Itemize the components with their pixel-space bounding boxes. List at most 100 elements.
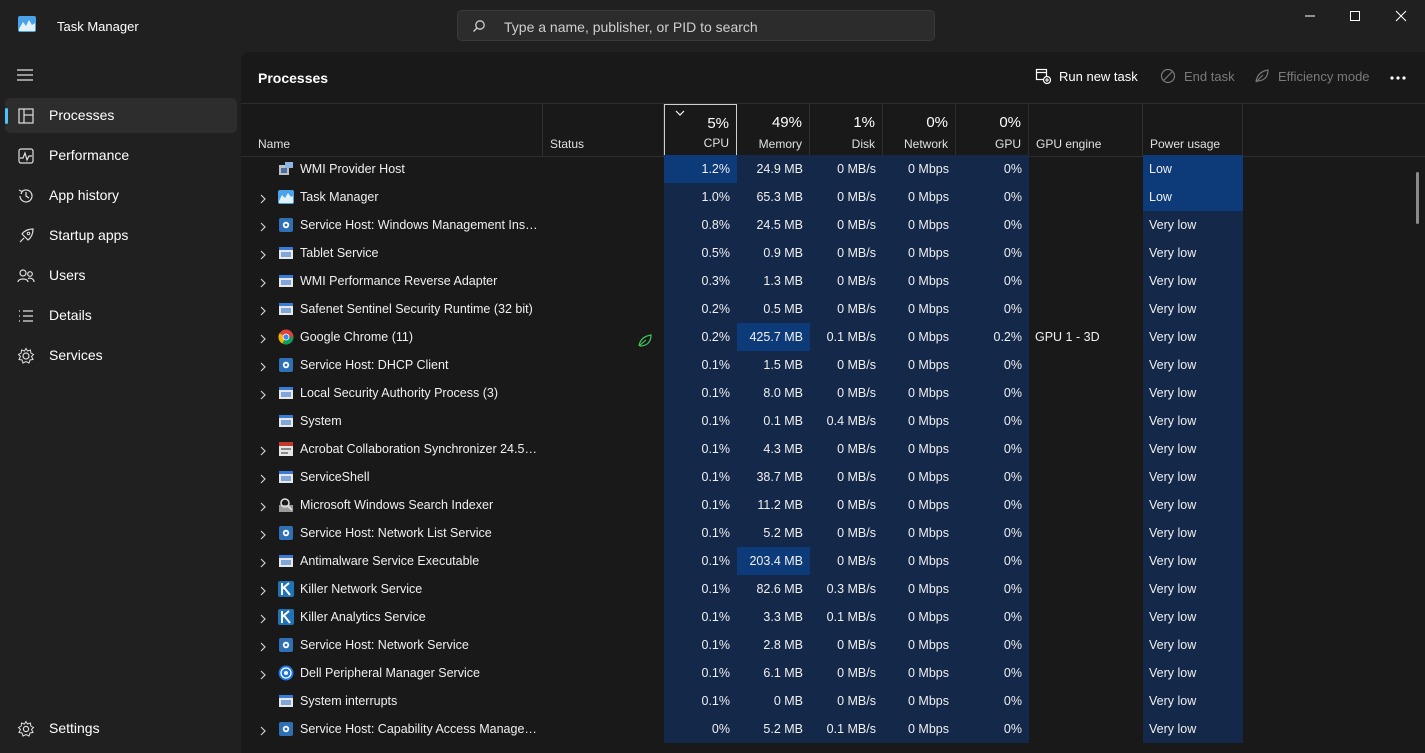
chevron-right-icon[interactable] [259, 276, 267, 291]
table-row[interactable]: Google Chrome (11) 0.2% 425.7 MB 0.1 MB/s 0 … [241, 323, 1425, 351]
close-icon [1395, 10, 1407, 22]
search-input[interactable] [502, 16, 926, 38]
close-button[interactable] [1378, 0, 1424, 32]
efficiency-mode-button[interactable]: Efficiency mode [1254, 68, 1370, 84]
cell-cpu: 0.2% [664, 323, 737, 351]
sidebar-item-services[interactable]: Services [5, 338, 237, 373]
sidebar-item-app-history[interactable]: App history [5, 178, 237, 213]
efficiency-mode-label: Efficiency mode [1278, 68, 1370, 84]
table-row[interactable]: WMI Provider Host 1.2% 24.9 MB 0 MB/s 0 Mbps… [241, 155, 1425, 183]
table-row[interactable]: Safenet Sentinel Security Runtime (32 bi… [241, 295, 1425, 323]
hamburger-menu-icon[interactable] [16, 68, 34, 82]
column-header-gpu-engine[interactable]: GPU engine [1029, 104, 1143, 156]
chevron-right-icon[interactable] [259, 500, 267, 515]
table-row[interactable]: Acrobat Collaboration Synchronizer 24.5 … [241, 435, 1425, 463]
cell-power: Very low [1143, 659, 1243, 687]
table-row[interactable]: Task Manager 1.0% 65.3 MB 0 MB/s 0 Mbps 0% Low [241, 183, 1425, 211]
cell-power: Very low [1143, 239, 1243, 267]
search-box[interactable] [457, 10, 935, 41]
table-row[interactable]: System interrupts 0.1% 0 MB 0 MB/s 0 Mbps 0% V… [241, 687, 1425, 715]
table-row[interactable]: Service Host: DHCP Client 0.1% 1.5 MB 0 MB/… [241, 351, 1425, 379]
sidebar-item-details[interactable]: Details [5, 298, 237, 333]
cell-disk: 0 MB/s [810, 351, 883, 379]
sidebar-item-label: App history [49, 187, 120, 203]
column-header-status[interactable]: Status [543, 104, 664, 156]
chevron-right-icon[interactable] [259, 528, 267, 543]
cell-network: 0 Mbps [883, 211, 956, 239]
cell-gpu-engine [1029, 155, 1143, 183]
sidebar-item-performance[interactable]: Performance [5, 138, 237, 173]
chevron-right-icon[interactable] [259, 360, 267, 375]
cell-cpu: 1.0% [664, 183, 737, 211]
search-icon [473, 20, 485, 32]
table-row[interactable]: WMI Performance Reverse Adapter 0.3% 1.3 M… [241, 267, 1425, 295]
chevron-right-icon[interactable] [259, 332, 267, 347]
table-row[interactable]: Local Security Authority Process (3) 0.1%… [241, 379, 1425, 407]
process-name: Service Host: Windows Management Instru.… [300, 218, 538, 232]
chevron-right-icon[interactable] [259, 192, 267, 207]
chevron-right-icon[interactable] [259, 472, 267, 487]
column-header-memory[interactable]: 49% Memory [737, 104, 810, 156]
table-row[interactable]: Tablet Service 0.5% 0.9 MB 0 MB/s 0 Mbps 0% Ve… [241, 239, 1425, 267]
cell-disk: 0 MB/s [810, 435, 883, 463]
column-header-disk[interactable]: 1% Disk [810, 104, 883, 156]
table-row[interactable]: Service Host: Windows Management Instru.… [241, 211, 1425, 239]
sidebar-item-settings[interactable]: Settings [5, 711, 237, 746]
cell-memory: 5.2 MB [737, 519, 810, 547]
chevron-right-icon[interactable] [259, 668, 267, 683]
sidebar: Processes Performance App history Startu… [0, 52, 241, 753]
end-task-button[interactable]: End task [1160, 68, 1235, 84]
column-header-row: Name Status 5% CPU 49% Memory 1% Disk 0%… [241, 103, 1425, 157]
cell-gpu-engine [1029, 519, 1143, 547]
maximize-button[interactable] [1332, 0, 1378, 32]
chevron-right-icon[interactable] [259, 304, 267, 319]
table-row[interactable]: Service Host: Network List Service 0.1% 5.… [241, 519, 1425, 547]
sidebar-item-users[interactable]: Users [5, 258, 237, 293]
cell-gpu-engine [1029, 183, 1143, 211]
table-row[interactable]: Service Host: Network Service 0.1% 2.8 MB 0… [241, 631, 1425, 659]
cell-memory: 11.2 MB [737, 491, 810, 519]
table-row[interactable]: Dell Peripheral Manager Service 0.1% 6.1 M… [241, 659, 1425, 687]
run-new-task-icon [1035, 68, 1051, 84]
cell-gpu: 0% [956, 435, 1029, 463]
cell-status [543, 379, 664, 407]
chevron-right-icon[interactable] [259, 444, 267, 459]
table-row[interactable]: System 0.1% 0.1 MB 0.4 MB/s 0 Mbps 0% Very low [241, 407, 1425, 435]
table-row[interactable]: Killer Analytics Service 0.1% 3.3 MB 0.1 MB… [241, 603, 1425, 631]
chevron-right-icon[interactable] [259, 220, 267, 235]
cell-gpu: 0% [956, 519, 1029, 547]
cell-memory: 0.9 MB [737, 239, 810, 267]
minimize-button[interactable] [1287, 0, 1333, 32]
vertical-scrollbar[interactable] [1416, 172, 1419, 224]
run-new-task-button[interactable]: Run new task [1035, 68, 1138, 84]
column-header-name[interactable]: Name [241, 104, 543, 156]
cell-power: Very low [1143, 519, 1243, 547]
chevron-right-icon[interactable] [259, 584, 267, 599]
chevron-right-icon[interactable] [259, 640, 267, 655]
column-header-power-usage[interactable]: Power usage [1143, 104, 1243, 156]
table-row[interactable]: Service Host: Capability Access Manager … [241, 715, 1425, 743]
table-row[interactable]: Microsoft Windows Search Indexer 0.1% 11.2… [241, 491, 1425, 519]
chevron-right-icon[interactable] [259, 388, 267, 403]
cell-network: 0 Mbps [883, 183, 956, 211]
chevron-right-icon[interactable] [259, 724, 267, 739]
cell-memory: 0.1 MB [737, 407, 810, 435]
chevron-right-icon[interactable] [259, 612, 267, 627]
table-row[interactable]: Killer Network Service 0.1% 82.6 MB 0.3 MB/… [241, 575, 1425, 603]
chevron-right-icon[interactable] [259, 556, 267, 571]
cell-gpu: 0% [956, 183, 1029, 211]
cell-gpu-engine [1029, 547, 1143, 575]
table-row[interactable]: ServiceShell 0.1% 38.7 MB 0 MB/s 0 Mbps 0% Ver… [241, 463, 1425, 491]
column-header-gpu[interactable]: 0% GPU [956, 104, 1029, 156]
cell-network: 0 Mbps [883, 519, 956, 547]
more-options-icon[interactable] [1389, 70, 1407, 86]
chevron-right-icon[interactable] [259, 248, 267, 263]
cell-disk: 0 MB/s [810, 211, 883, 239]
cell-gpu-engine [1029, 295, 1143, 323]
cell-power: Very low [1143, 575, 1243, 603]
sidebar-item-processes[interactable]: Processes [5, 98, 237, 133]
table-row[interactable]: Antimalware Service Executable 0.1% 203.4 … [241, 547, 1425, 575]
sidebar-item-startup-apps[interactable]: Startup apps [5, 218, 237, 253]
column-header-cpu[interactable]: 5% CPU [664, 104, 737, 156]
column-header-network[interactable]: 0% Network [883, 104, 956, 156]
